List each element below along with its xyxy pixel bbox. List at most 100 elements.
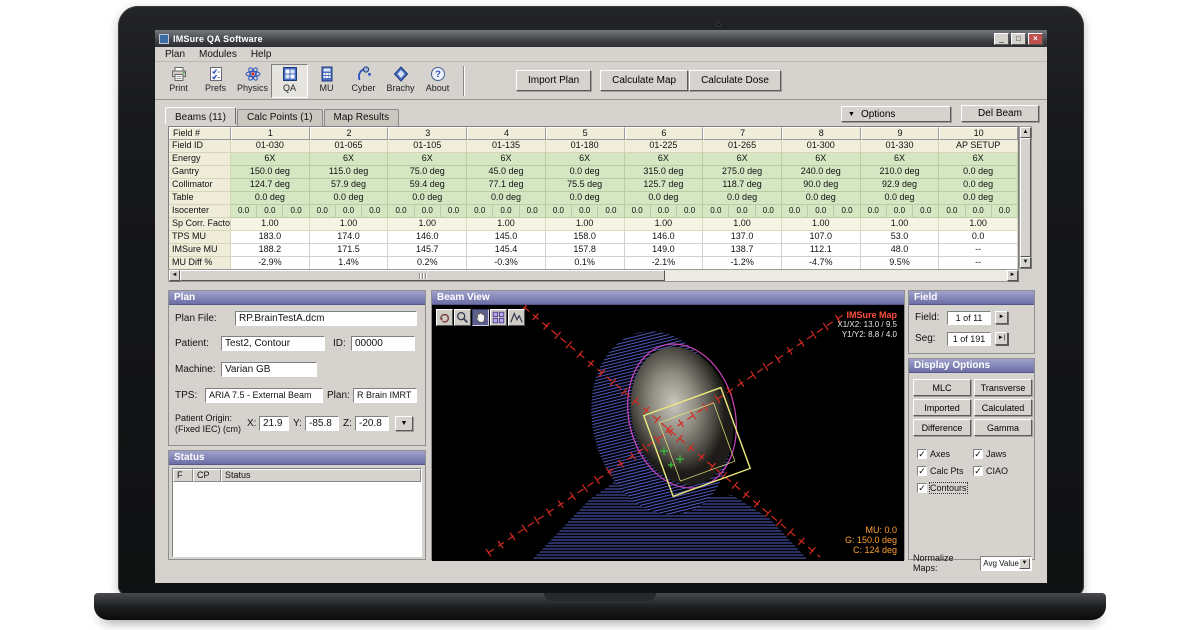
tab-map-results[interactable]: Map Results [324, 109, 400, 126]
table-horizontal-scrollbar[interactable]: ◄ ► [168, 269, 1019, 282]
menu-modules[interactable]: Modules [192, 48, 244, 61]
map-title: IMSure Map [837, 310, 897, 320]
seg-spin_last-button[interactable]: ►| [995, 332, 1008, 345]
patient-field[interactable]: Test2, Contour [221, 336, 325, 351]
mu-icon [319, 66, 335, 82]
tps-label: TPS: [175, 390, 197, 401]
plan-file-field[interactable]: RP.BrainTestA.dcm [235, 311, 417, 326]
table-vertical-scrollbar[interactable]: ▲ ▼ [1019, 126, 1032, 269]
normalize-row: Normalize Maps: Avg Value ▼ [913, 553, 1032, 573]
gantry-readout: G: 150.0 deg [845, 535, 897, 545]
toolbar: PrintPrefsPhysicsQAMUCyberBrachy?About I… [155, 62, 1047, 100]
toolbar-print-button[interactable]: Print [160, 64, 197, 98]
scroll-left-icon[interactable]: ◄ [169, 270, 180, 281]
checkbox-contours[interactable]: ✓Contours [917, 483, 973, 493]
table-row-energy: Energy6X6X6X6X6X6X6X6X6X6X [169, 153, 1018, 166]
main-toolbar: PrintPrefsPhysicsQAMUCyberBrachy?About [160, 64, 456, 98]
calculate-map-button[interactable]: Calculate Map [600, 70, 688, 91]
id-label: ID: [333, 338, 346, 349]
toolbar-brachy-button[interactable]: Brachy [382, 64, 419, 98]
plan-file-label: Plan File: [175, 313, 217, 324]
beam-readout-overlay: MU: 0.0 G: 150.0 deg C: 124 deg [845, 525, 897, 555]
page-background: IMSure QA Software _□× PlanModulesHelp P… [0, 0, 1200, 630]
plan-panel-header: Plan [169, 291, 425, 305]
beam-view-toolbar [436, 309, 525, 326]
status-panel-header: Status [169, 451, 425, 465]
origin-dropdown-button[interactable]: ▼ [395, 416, 413, 431]
laptop-base-notch [544, 593, 656, 601]
display-checkboxes: ✓Axes✓Jaws✓Calc Pts✓CIAO✓Contours [917, 449, 1033, 493]
toolbar-prefs-button[interactable]: Prefs [197, 64, 234, 98]
beam-render-canvas[interactable] [432, 305, 904, 560]
tab-beams-11[interactable]: Beams (11) [165, 107, 236, 124]
x-field[interactable]: 21.9 [259, 416, 289, 431]
plan-name-field[interactable]: R Brain IMRT [353, 388, 417, 403]
menu-help[interactable]: Help [244, 48, 279, 61]
display-imported-button[interactable]: Imported [913, 399, 971, 416]
grid-tool[interactable] [490, 309, 507, 326]
table-row-isocenter: Isocenter0.00.00.00.00.00.00.00.00.00.00… [169, 205, 1018, 218]
toolbar-cyber-button[interactable]: Cyber [345, 64, 382, 98]
scroll-down-icon[interactable]: ▼ [1020, 257, 1031, 268]
display-transverse-button[interactable]: Transverse [974, 379, 1032, 396]
toolbar-qa-button[interactable]: QA [271, 64, 308, 98]
field-spin_next-button[interactable]: ► [995, 311, 1008, 324]
display-options-header: Display Options [909, 359, 1034, 373]
table-row-tps-mu: TPS MU183.0174.0146.0145.0158.0146.0137.… [169, 231, 1018, 244]
scroll-up-icon[interactable]: ▲ [1020, 127, 1031, 138]
zoom-tool[interactable] [454, 309, 471, 326]
checkbox-ciao[interactable]: ✓CIAO [973, 466, 1029, 476]
display-calculated-button[interactable]: Calculated [974, 399, 1032, 416]
toolbar-mu-button[interactable]: MU [308, 64, 345, 98]
options-button-label: Options [861, 109, 895, 120]
table-row-sp-corr-factor: Sp Corr. Factor1.001.001.001.001.001.001… [169, 218, 1018, 231]
status-columns: FCPStatus [173, 469, 421, 482]
table-header-row: Field #12345678910 [169, 127, 1018, 140]
table-row-table: Table0.0 deg0.0 deg0.0 deg0.0 deg0.0 deg… [169, 192, 1018, 205]
checkbox-axes[interactable]: ✓Axes [917, 449, 973, 459]
checkbox-jaws[interactable]: ✓Jaws [973, 449, 1029, 459]
display-options-panel: Display Options MLCTransverseImportedCal… [908, 358, 1035, 560]
del-beam-button[interactable]: Del Beam [961, 105, 1039, 122]
import-plan-button[interactable]: Import Plan [516, 70, 591, 91]
id-field[interactable]: 00000 [351, 336, 415, 351]
map-info-overlay: IMSure Map X1/X2: 13.0 / 9.5 Y1/Y2: 8.8 … [837, 310, 897, 340]
z-field[interactable]: -20.8 [355, 416, 389, 431]
pan-tool[interactable] [472, 309, 489, 326]
calculate-dose-button[interactable]: Calculate Dose [689, 70, 781, 91]
laptop-camera [716, 22, 721, 27]
field-panel: Field Field: 1 of 11 ◄► Seg: 1 of 191 ◄►… [908, 290, 1035, 354]
display-mlc-button[interactable]: MLC [913, 379, 971, 396]
maximize-button[interactable]: □ [1011, 33, 1026, 45]
vertical-scroll-thumb[interactable] [1020, 138, 1031, 257]
horizontal-scroll-thumb[interactable] [180, 270, 665, 281]
checkbox-calc-pts[interactable]: ✓Calc Pts [917, 466, 973, 476]
checkbox-box-icon: ✓ [917, 466, 927, 476]
machine-field[interactable]: Varian GB [221, 362, 317, 377]
scroll-right-icon[interactable]: ► [1007, 270, 1018, 281]
profile-tool[interactable] [508, 309, 525, 326]
table-row-collimator: Collimator124.7 deg57.9 deg59.4 deg77.1 … [169, 179, 1018, 192]
display-gamma-button[interactable]: Gamma [974, 419, 1032, 436]
tab-calc-points-1[interactable]: Calc Points (1) [237, 109, 323, 126]
close-button[interactable]: × [1028, 33, 1043, 45]
toolbar-physics-button[interactable]: Physics [234, 64, 271, 98]
field-panel-body: Field: 1 of 11 ◄► Seg: 1 of 191 ◄►►| [909, 305, 1034, 354]
options-button[interactable]: ▼ Options [841, 106, 951, 122]
minimize-button[interactable]: _ [994, 33, 1009, 45]
dropdown-arrow-icon: ▼ [848, 111, 855, 118]
toolbar-about-button[interactable]: ?About [419, 64, 456, 98]
checkbox-box-icon: ✓ [973, 449, 983, 459]
menu-plan[interactable]: Plan [158, 48, 192, 61]
display-difference-button[interactable]: Difference [913, 419, 971, 436]
tps-field[interactable]: ARIA 7.5 - External Beam [205, 388, 323, 403]
field-panel-header: Field [909, 291, 1034, 305]
about-icon: ? [430, 66, 446, 82]
field-number-box: 1 of 11 [947, 311, 991, 325]
patient-label: Patient: [175, 338, 209, 349]
printer-icon [171, 66, 187, 82]
field-label: Field: [915, 312, 939, 323]
y-field[interactable]: -85.8 [305, 416, 339, 431]
normalize-select[interactable]: Avg Value ▼ [980, 556, 1032, 571]
rotate-tool[interactable] [436, 309, 453, 326]
